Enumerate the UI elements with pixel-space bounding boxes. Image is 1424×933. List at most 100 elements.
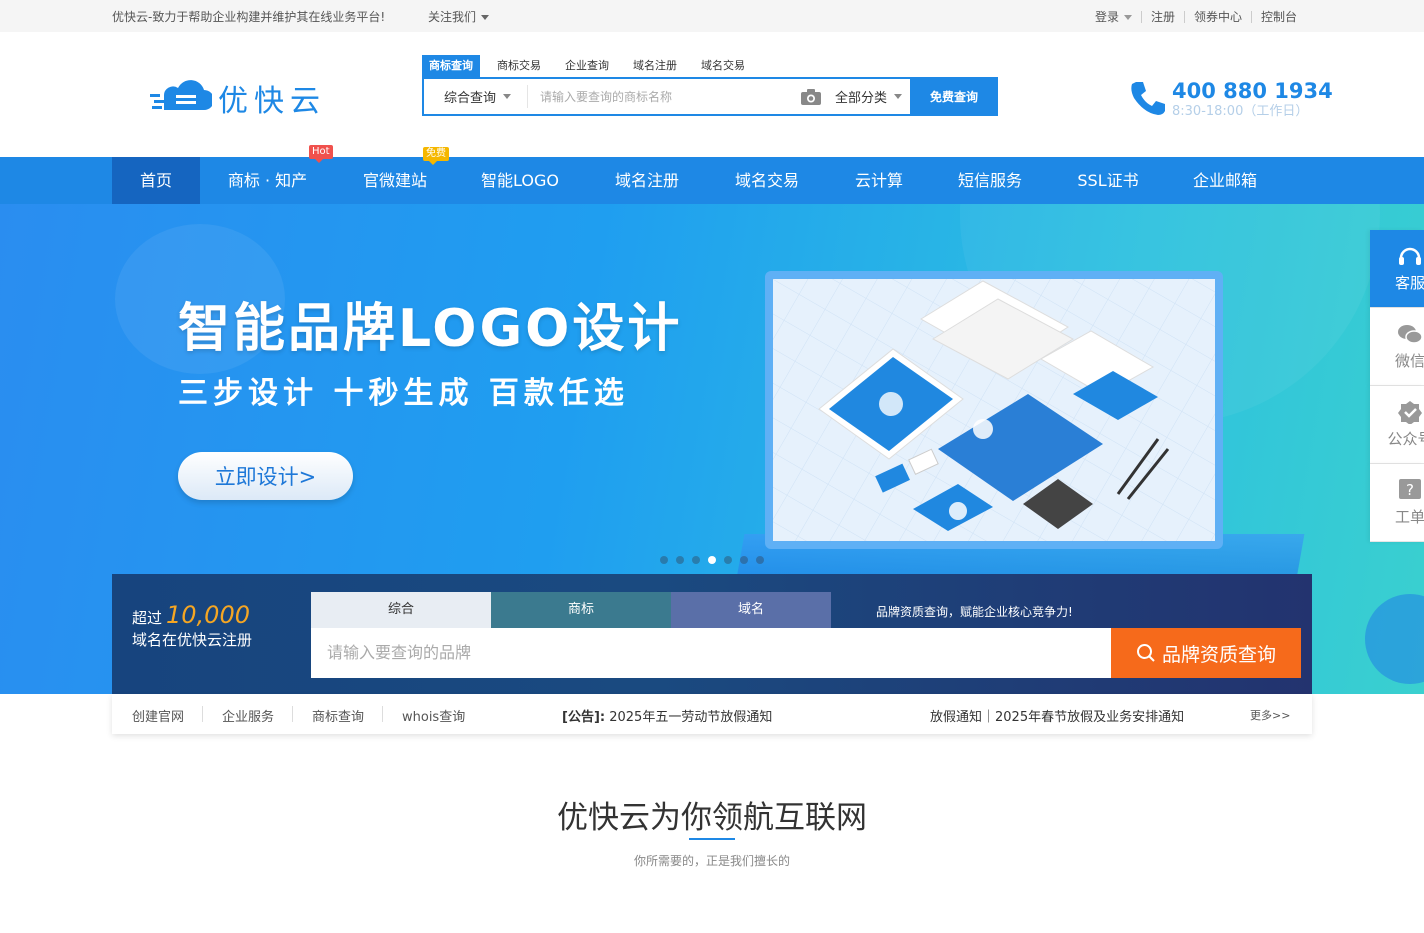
carousel-dot[interactable] (660, 556, 668, 564)
hot-badge: Hot (309, 145, 333, 163)
brand-search-input[interactable]: 请输入要查询的品牌 (311, 628, 1111, 678)
top-bar: 优快云-致力于帮助企业构建并维护其在线业务平台! 关注我们 登录 注册 领券中心… (0, 0, 1424, 32)
section-subtitle: 你所需要的，正是我们擅长的 (633, 854, 790, 868)
tab-domain-register[interactable]: 域名注册 (626, 55, 684, 77)
query-tip: 品牌资质查询，赋能企业核心竞争力! (876, 605, 1073, 619)
design-now-button[interactable]: 立即设计> (178, 452, 353, 500)
nav-item-trademark[interactable]: 商标 · 知产 (210, 157, 325, 204)
divider (292, 706, 293, 722)
nav-item-domain-trade[interactable]: 域名交易 (717, 157, 817, 204)
registration-stat: 超过 10,000 域名在优快云注册 (132, 601, 253, 651)
link-create-site[interactable]: 创建官网 (132, 706, 184, 725)
wechat-icon (1398, 325, 1423, 344)
side-label: 公众号 (1387, 430, 1424, 448)
camera-icon[interactable] (800, 88, 821, 105)
chevron-down-icon (1123, 15, 1132, 20)
tab-trademark-query[interactable]: 商标查询 (422, 55, 480, 77)
announcement-text: 2025年五一劳动节放假通知 (609, 710, 773, 725)
search-input[interactable]: 请输入要查询的商标名称 (528, 88, 801, 105)
header-search: 商标查询 商标交易 企业查询 域名注册 域名交易 综合查询 请输入要查询的商标名… (422, 55, 998, 116)
hotline: 400 880 1934 8:30-18:00（工作日） (1128, 78, 1333, 120)
side-item-wechat[interactable]: 微信 (1370, 308, 1424, 386)
carousel-dot[interactable] (740, 556, 748, 564)
cloud-logo-icon (150, 80, 212, 110)
nav-item-cloud[interactable]: 云计算 (838, 157, 920, 204)
side-item-ticket[interactable]: ? 工单 (1370, 464, 1424, 542)
side-label: 工单 (1395, 508, 1424, 526)
register-link[interactable]: 注册 (1142, 8, 1184, 25)
badge-check-icon (1398, 401, 1422, 424)
divider (202, 706, 203, 722)
more-link[interactable]: 更多>> (1250, 707, 1290, 723)
header: 优快云 商标查询 商标交易 企业查询 域名注册 域名交易 综合查询 请输入要查询… (0, 32, 1424, 157)
login-label: 登录 (1094, 10, 1119, 24)
nav-item-logo[interactable]: 智能LOGO (470, 157, 570, 204)
nav-item-email[interactable]: 企业邮箱 (1180, 157, 1270, 204)
chevron-down-icon (894, 94, 902, 99)
tab-general[interactable]: 综合 (311, 592, 491, 628)
site-slogan: 优快云-致力于帮助企业构建并维护其在线业务平台! (112, 10, 386, 24)
brand-query-panel: 超过 10,000 域名在优快云注册 综合 商标 域名 品牌资质查询，赋能企业核心… (112, 574, 1312, 694)
login-link[interactable]: 登录 (1086, 8, 1141, 25)
link-whois[interactable]: whois查询 (402, 706, 465, 725)
hotline-number: 400 880 1934 (1172, 79, 1333, 103)
search-box: 综合查询 请输入要查询的商标名称 全部分类 免费查询 (422, 77, 998, 116)
search-scope-select[interactable]: 综合查询 (424, 85, 528, 108)
side-label: 微信 (1395, 352, 1424, 370)
headset-icon (1399, 247, 1421, 265)
account-links: 登录 注册 领券中心 控制台 (1086, 8, 1306, 25)
question-icon: ? (1399, 479, 1421, 499)
carousel-dot[interactable] (692, 556, 700, 564)
announcement[interactable]: [公告]: 2025年五一劳动节放假通知 (562, 706, 772, 725)
tab-trademark-trade[interactable]: 商标交易 (490, 55, 548, 77)
search-tabs: 商标查询 商标交易 企业查询 域名注册 域名交易 (422, 55, 998, 77)
section-title: 优快云为你领航互联网 (557, 800, 867, 836)
side-label: 客服 (1395, 274, 1424, 292)
nav-item-sms[interactable]: 短信服务 (945, 157, 1035, 204)
link-trademark-query[interactable]: 商标查询 (312, 706, 364, 725)
stat-suffix: 域名在优快云注册 (132, 631, 253, 649)
carousel-dot[interactable] (756, 556, 764, 564)
category-label: 全部分类 (834, 91, 887, 106)
link-enterprise-service[interactable]: 企业服务 (222, 706, 274, 725)
side-item-official-account[interactable]: 公众号 (1370, 386, 1424, 464)
announcement-2[interactable]: 放假通知｜2025年春节放假及业务安排通知 (930, 706, 1184, 725)
console-link[interactable]: 控制台 (1252, 8, 1306, 25)
decor-circle (1365, 594, 1424, 684)
follow-us-menu[interactable]: 关注我们 (428, 8, 490, 25)
brand-mockup-illustration (773, 279, 1215, 541)
carousel-dot[interactable] (676, 556, 684, 564)
coupon-center-link[interactable]: 领券中心 (1185, 8, 1251, 25)
nav-item-ssl[interactable]: SSL证书 (1063, 157, 1153, 204)
carousel-dot[interactable] (724, 556, 732, 564)
banner-subtitle: 三步设计 十秒生成 百款任选 (178, 376, 629, 411)
stat-number: 10,000 (166, 601, 250, 629)
main-nav: 首页 商标 · 知产 官微建站 智能LOGO 域名注册 域名交易 云计算 短信服… (0, 145, 1424, 204)
nav-item-domain-register[interactable]: 域名注册 (597, 157, 697, 204)
svg-text:?: ? (1406, 481, 1414, 499)
banner-mockup-image (765, 271, 1223, 549)
carousel-dot-active[interactable] (708, 556, 716, 564)
brand-query-button[interactable]: 品牌资质查询 (1111, 628, 1301, 678)
category-select[interactable]: 全部分类 (835, 87, 902, 106)
free-badge: 免费 (423, 147, 449, 165)
nav-item-home[interactable]: 首页 (112, 157, 200, 204)
logo-text: 优快云 (218, 84, 326, 119)
tab-company-query[interactable]: 企业查询 (558, 55, 616, 77)
stat-prefix: 超过 (132, 609, 163, 627)
site-logo[interactable]: 优快云 (150, 76, 326, 120)
chevron-down-icon (503, 94, 512, 99)
side-item-customer-service[interactable]: 客服 (1370, 230, 1424, 308)
follow-us-label: 关注我们 (428, 10, 477, 24)
free-search-button[interactable]: 免费查询 (910, 77, 998, 116)
tab-domain-trade[interactable]: 域名交易 (694, 55, 752, 77)
hotline-hours: 8:30-18:00（工作日） (1172, 104, 1309, 119)
banner-title: 智能品牌LOGO设计 (178, 299, 683, 359)
phone-icon (1131, 82, 1165, 115)
tab-domain[interactable]: 域名 (671, 592, 831, 628)
search-icon (1136, 644, 1155, 662)
quick-links-bar: 创建官网 企业服务 商标查询 whois查询 [公告]: 2025年五一劳动节放… (112, 694, 1312, 734)
divider (382, 706, 383, 722)
chevron-down-icon (481, 15, 490, 20)
tab-trademark[interactable]: 商标 (491, 592, 671, 628)
